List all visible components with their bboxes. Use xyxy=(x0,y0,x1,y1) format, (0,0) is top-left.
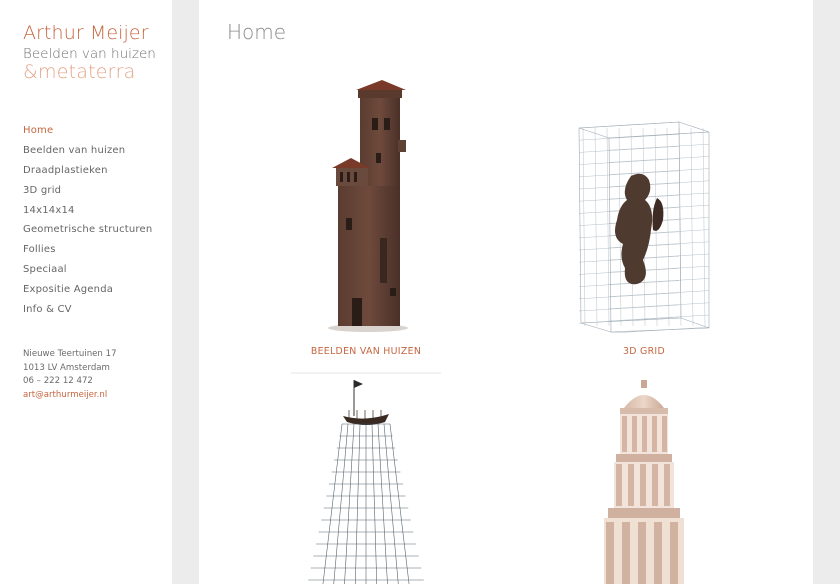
domed-temple-tower-sculpture xyxy=(604,380,684,584)
nav-item-beelden-van-huizen[interactable]: Beelden van huizen xyxy=(23,143,152,163)
page-title: Home xyxy=(227,20,287,44)
grid-cube-image[interactable] xyxy=(534,78,754,333)
brand-metaterra: &metaterra xyxy=(23,61,156,83)
tile-3d-grid[interactable]: 3D GRID xyxy=(534,78,754,357)
nav-item-draadplastieken[interactable]: Draadplastieken xyxy=(23,163,152,183)
wire-tower-with-boat-sculpture xyxy=(291,372,441,584)
nav-item-expositie-agenda[interactable]: Expositie Agenda xyxy=(23,282,152,302)
tile-caption-3d-grid[interactable]: 3D GRID xyxy=(534,346,754,357)
brand-subtitle: Beelden van huizen xyxy=(23,46,156,62)
nav-item-speciaal[interactable]: Speciaal xyxy=(23,262,152,282)
contact-city: 1013 LV Amsterdam xyxy=(23,362,110,373)
wire-grid-cube-sculpture xyxy=(578,121,710,333)
brick-tower-image[interactable] xyxy=(256,78,476,333)
tile-beelden-van-huizen[interactable]: BEELDEN VAN HUIZEN xyxy=(256,78,476,357)
sidebar: Arthur Meijer Beelden van huizen &metate… xyxy=(0,0,172,584)
site-logo[interactable]: Arthur Meijer Beelden van huizen &metate… xyxy=(23,22,156,83)
nav-item-home[interactable]: Home xyxy=(23,123,152,143)
nav-item-follies[interactable]: Follies xyxy=(23,242,152,262)
nav-item-3d-grid[interactable]: 3D grid xyxy=(23,183,152,203)
main-nav: Home Beelden van huizen Draadplastieken … xyxy=(23,123,152,322)
contact-street: Nieuwe Teertuinen 17 xyxy=(23,349,117,359)
temple-tower-image[interactable] xyxy=(534,372,754,584)
contact-email-link[interactable]: art@arthurmeijer.nl xyxy=(23,389,117,403)
main-content: Home BEELDEN VAN HUIZEN 3D GRID xyxy=(199,0,813,584)
nav-item-14x14x14[interactable]: 14x14x14 xyxy=(23,203,152,223)
brand-meta-word: metaterra xyxy=(38,61,136,83)
nav-item-geometrische-structuren[interactable]: Geometrische structuren xyxy=(23,222,152,242)
brick-tower-sculpture xyxy=(328,80,408,332)
tile-follies[interactable] xyxy=(534,372,754,584)
contact-phone: 06 – 222 12 472 xyxy=(23,376,93,386)
brand-ampersand: & xyxy=(23,61,39,83)
wire-tower-image[interactable] xyxy=(256,372,476,584)
tile-caption-beelden[interactable]: BEELDEN VAN HUIZEN xyxy=(256,346,476,357)
nav-item-info-cv[interactable]: Info & CV xyxy=(23,302,152,322)
contact-info: Nieuwe Teertuinen 17 1013 LV Amsterdam 0… xyxy=(23,348,117,402)
tile-draadplastiek[interactable] xyxy=(256,372,476,584)
brand-name: Arthur Meijer xyxy=(23,22,149,44)
